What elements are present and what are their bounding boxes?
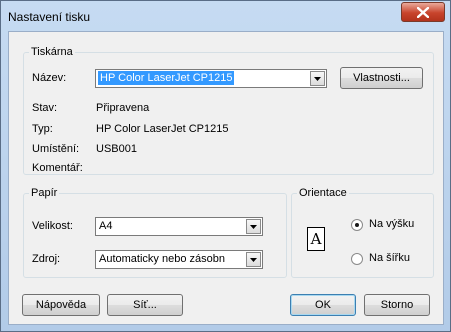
orientation-group-label: Orientace [299, 187, 347, 199]
status-value: Připravena [96, 102, 150, 114]
properties-button[interactable]: Vlastnosti... [340, 67, 423, 89]
name-label: Název: [32, 72, 67, 84]
type-label: Typ: [32, 123, 53, 135]
paper-size-dropdown-button[interactable] [246, 219, 261, 234]
paper-source-value: Automaticky nebo zásobn [99, 253, 225, 265]
chevron-down-icon [250, 258, 257, 262]
title-bar[interactable]: Nastavení tisku [1, 1, 450, 31]
printer-name-select[interactable]: HP Color LaserJet CP1215 [95, 69, 327, 88]
location-value: USB001 [96, 143, 137, 155]
close-icon [417, 7, 429, 18]
chevron-down-icon [314, 77, 321, 81]
chevron-down-icon [250, 225, 257, 229]
portrait-label[interactable]: Na výšku [369, 218, 414, 230]
status-label: Stav: [32, 102, 58, 114]
paper-source-dropdown-button[interactable] [246, 252, 261, 267]
landscape-label[interactable]: Na šířku [369, 252, 410, 264]
cancel-button[interactable]: Storno [364, 294, 430, 316]
type-value: HP Color LaserJet CP1215 [96, 123, 229, 135]
paper-size-select[interactable]: A4 [95, 217, 263, 236]
portrait-orientation-icon: A [307, 227, 325, 251]
printer-name-value: HP Color LaserJet CP1215 [98, 71, 235, 85]
paper-group-label: Papír [31, 187, 58, 199]
dialog-title: Nastavení tisku [8, 10, 91, 24]
paper-size-value: A4 [99, 220, 113, 232]
paper-source-select[interactable]: Automaticky nebo zásobn [95, 250, 263, 269]
network-button[interactable]: Síť... [107, 294, 183, 316]
ok-button[interactable]: OK [290, 294, 356, 316]
dialog-body: Tiskárna Název: HP Color LaserJet CP1215… [8, 31, 444, 325]
location-label: Umístění: [32, 143, 80, 155]
printer-name-dropdown-button[interactable] [310, 71, 325, 86]
portrait-radio[interactable] [351, 219, 363, 231]
source-label: Zdroj: [32, 253, 61, 265]
help-button[interactable]: Nápověda [22, 294, 100, 316]
print-setup-dialog: Nastavení tisku Tiskárna Název: HP Color… [0, 0, 451, 332]
size-label: Velikost: [32, 220, 73, 232]
comment-label: Komentář: [32, 162, 83, 174]
landscape-radio[interactable] [351, 253, 363, 265]
printer-group: Tiskárna [23, 46, 434, 175]
close-button[interactable] [401, 2, 445, 22]
printer-group-label: Tiskárna [31, 46, 73, 58]
